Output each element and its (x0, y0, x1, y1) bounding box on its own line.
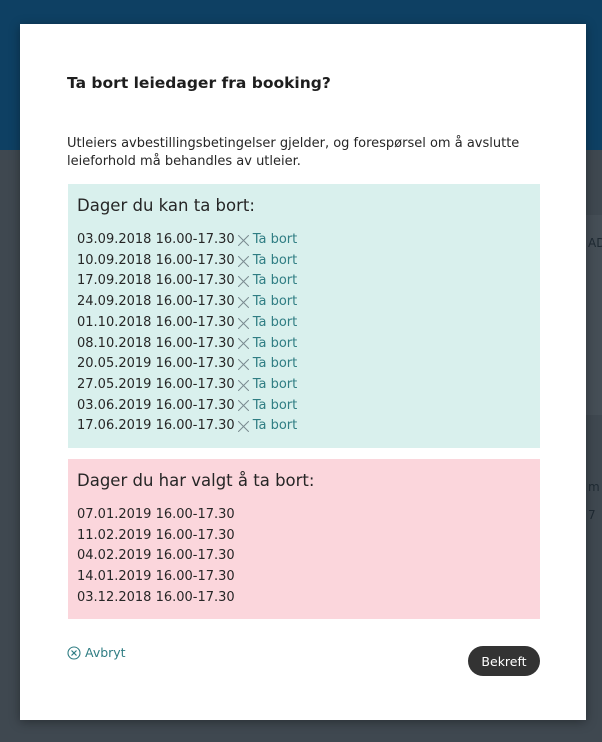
day-date-text: 11.02.2019 16.00-17.30 (77, 527, 235, 543)
available-day-item: 08.10.2018 16.00-17.30 Ta bort (77, 334, 530, 355)
available-day-item: 24.09.2018 16.00-17.30 Ta bort (77, 292, 530, 313)
remove-day-button[interactable]: Ta bort (237, 313, 298, 334)
cancel-button[interactable]: Avbryt (67, 645, 126, 660)
selected-day-item: 03.12.2018 16.00-17.30 (77, 588, 530, 609)
remove-day-label: Ta bort (252, 273, 298, 289)
remove-day-button[interactable]: Ta bort (237, 396, 298, 417)
day-date-text: 14.01.2019 16.00-17.30 (77, 569, 235, 585)
available-days-list: 03.09.2018 16.00-17.30 Ta bort 10.09.2018 … (77, 230, 530, 437)
selected-days-panel: Dager du har valgt å ta bort: 07.01.2019… (68, 459, 540, 619)
x-icon (237, 379, 250, 392)
remove-day-label: Ta bort (252, 314, 298, 330)
day-date-text: 07.01.2019 16.00-17.30 (77, 507, 235, 522)
remove-days-dialog: Ta bort leiedager fra booking? Utleiers … (20, 24, 586, 720)
available-day-item: 10.09.2018 16.00-17.30 Ta bort (77, 251, 530, 272)
remove-day-button[interactable]: Ta bort (237, 271, 298, 292)
day-date-text: 01.10.2018 16.00-17.30 (77, 314, 235, 330)
x-icon (237, 337, 250, 350)
remove-day-button[interactable]: Ta bort (237, 334, 298, 355)
day-date-text: 10.09.2018 16.00-17.30 (77, 252, 235, 268)
day-date-text: 24.09.2018 16.00-17.30 (77, 294, 235, 310)
available-day-item: 03.09.2018 16.00-17.30 Ta bort (77, 230, 530, 251)
remove-day-button[interactable]: Ta bort (237, 230, 298, 251)
background-peek-text: m (588, 480, 600, 494)
remove-day-label: Ta bort (252, 335, 298, 351)
dialog-title: Ta bort leiedager fra booking? (67, 74, 331, 92)
selected-day-item: 04.02.2019 16.00-17.30 (77, 546, 530, 567)
day-date-text: 03.06.2019 16.00-17.30 (77, 397, 235, 413)
remove-day-button[interactable]: Ta bort (237, 416, 298, 437)
x-icon (237, 317, 250, 330)
available-day-item: 20.05.2019 16.00-17.30 Ta bort (77, 354, 530, 375)
available-day-item: 27.05.2019 16.00-17.30 Ta bort (77, 375, 530, 396)
day-date-text: 04.02.2019 16.00-17.30 (77, 548, 235, 564)
day-date-text: 08.10.2018 16.00-17.30 (77, 335, 235, 351)
x-icon (237, 234, 250, 247)
x-icon (237, 399, 250, 412)
day-date-text: 17.09.2018 16.00-17.30 (77, 273, 235, 289)
cancel-label: Avbryt (85, 645, 126, 660)
available-days-heading: Dager du kan ta bort: (77, 196, 255, 215)
x-icon (237, 296, 250, 309)
available-day-item: 01.10.2018 16.00-17.30 Ta bort (77, 313, 530, 334)
x-icon (237, 255, 250, 268)
day-date-text: 03.12.2018 16.00-17.30 (77, 589, 235, 605)
x-icon (237, 358, 250, 371)
x-icon (237, 420, 250, 433)
background-peek-text: AD (588, 236, 602, 250)
remove-day-label: Ta bort (252, 397, 298, 413)
selected-days-heading: Dager du har valgt å ta bort: (77, 471, 315, 490)
dialog-description: Utleiers avbestillingsbetingelser gjelde… (67, 136, 520, 169)
circle-x-icon (67, 645, 81, 660)
day-date-text: 20.05.2019 16.00-17.30 (77, 356, 235, 372)
remove-day-button[interactable]: Ta bort (237, 375, 298, 396)
day-date-text: 27.05.2019 16.00-17.30 (77, 376, 235, 392)
remove-day-button[interactable]: Ta bort (237, 354, 298, 375)
available-days-panel: Dager du kan ta bort: 03.09.2018 16.00-1… (68, 184, 540, 448)
day-date-text: 03.09.2018 16.00-17.30 (77, 232, 235, 247)
available-day-item: 17.09.2018 16.00-17.30 Ta bort (77, 271, 530, 292)
x-icon (237, 275, 250, 288)
selected-days-list: 07.01.2019 16.00-17.30 11.02.2019 16.00-1… (77, 505, 530, 609)
available-day-item: 03.06.2019 16.00-17.30 Ta bort (77, 396, 530, 417)
remove-day-button[interactable]: Ta bort (237, 251, 298, 272)
available-day-item: 17.06.2019 16.00-17.30 Ta bort (77, 416, 530, 437)
remove-day-label: Ta bort (252, 356, 298, 372)
confirm-button[interactable]: Bekreft (468, 646, 540, 676)
remove-day-label: Ta bort (252, 232, 298, 247)
background-peek-text: 7 (588, 508, 596, 522)
remove-day-button[interactable]: Ta bort (237, 292, 298, 313)
selected-day-item: 14.01.2019 16.00-17.30 (77, 567, 530, 588)
selected-day-item: 11.02.2019 16.00-17.30 (77, 526, 530, 547)
remove-day-label: Ta bort (252, 418, 298, 434)
selected-day-item: 07.01.2019 16.00-17.30 (77, 505, 530, 526)
day-date-text: 17.06.2019 16.00-17.30 (77, 418, 235, 434)
remove-day-label: Ta bort (252, 376, 298, 392)
remove-day-label: Ta bort (252, 252, 298, 268)
remove-day-label: Ta bort (252, 294, 298, 310)
